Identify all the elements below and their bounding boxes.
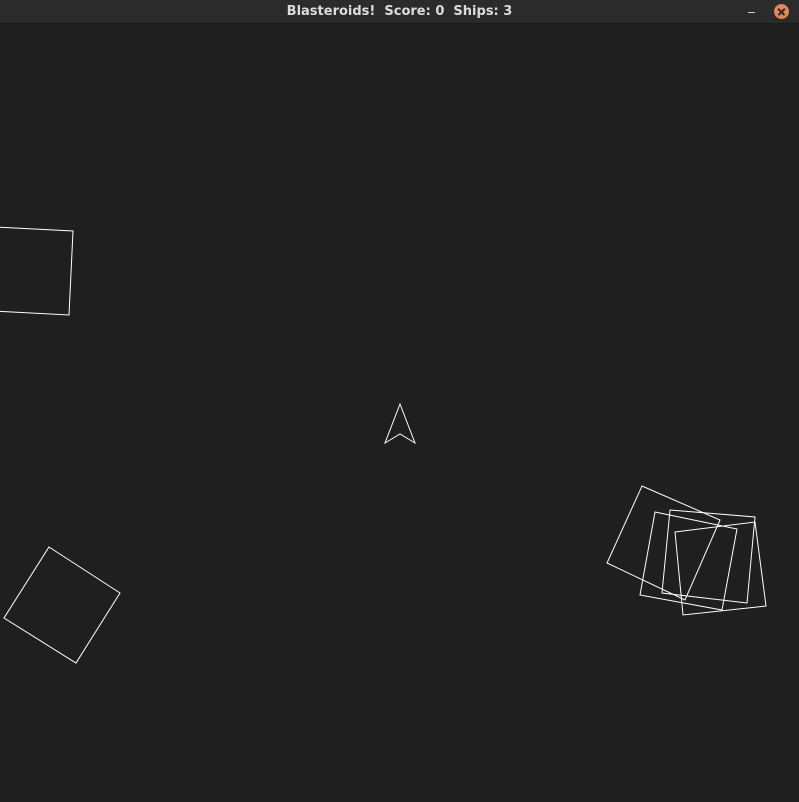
player-ship <box>384 402 416 445</box>
window-title: Blasteroids! Score: 0 Ships: 3 <box>286 4 513 19</box>
game-window: Blasteroids! Score: 0 Ships: 3 <box>0 0 799 802</box>
minimize-button[interactable] <box>744 2 760 20</box>
game-canvas[interactable] <box>0 23 799 802</box>
asteroid-cluster-2 <box>639 511 738 611</box>
close-button[interactable] <box>774 4 789 19</box>
asteroid-cluster-4 <box>674 521 767 616</box>
title-bar[interactable]: Blasteroids! Score: 0 Ships: 3 <box>0 0 799 24</box>
game-field <box>0 226 767 664</box>
asteroid-cluster-1 <box>606 485 721 601</box>
asteroid-left-square <box>0 226 74 316</box>
asteroid-bottom-left <box>3 546 121 664</box>
